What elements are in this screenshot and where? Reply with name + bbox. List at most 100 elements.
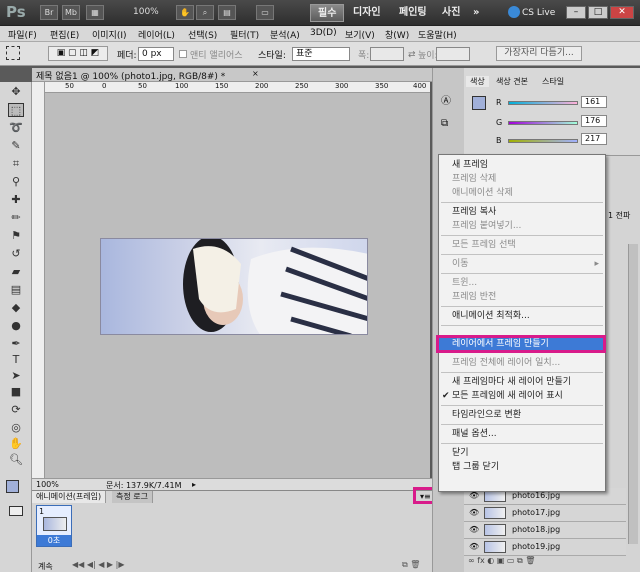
frame-tools-icons[interactable]: ⧉ 🗑︎ xyxy=(402,560,420,570)
pen-tool-icon[interactable]: ✒ xyxy=(8,337,24,351)
menu-item[interactable]: 레이어에서 프레임 만들기 xyxy=(439,337,605,351)
workspace-photography[interactable]: 사진 xyxy=(435,4,467,22)
actions-panel-icon[interactable]: ⧉ xyxy=(441,118,448,129)
menu-file[interactable]: 파일(F) xyxy=(8,28,37,41)
3d-rotate-tool-icon[interactable]: ⟳ xyxy=(8,403,24,417)
quick-mask-icon[interactable] xyxy=(9,506,23,516)
view-extras-icon[interactable]: ▦ xyxy=(86,5,104,20)
document-tab[interactable]: 제목 없음1 @ 100% (photo1.jpg, RGB/8#) * × xyxy=(32,68,432,82)
cs-live-icon[interactable] xyxy=(508,6,520,18)
menu-item[interactable]: 프레임 반전 xyxy=(439,290,605,304)
dodge-tool-icon[interactable]: ● xyxy=(8,319,24,333)
tab-styles[interactable]: 스타일 xyxy=(538,76,568,87)
layer-row[interactable]: 👁︎ photo19.jpg xyxy=(464,539,626,556)
shape-tool-icon[interactable]: ■ xyxy=(8,385,24,399)
menu-help[interactable]: 도움말(H) xyxy=(418,28,457,41)
visibility-eye-icon[interactable]: 👁︎ xyxy=(469,525,479,534)
antialias-checkbox[interactable] xyxy=(179,50,187,58)
menu-item[interactable]: 프레임 삭제 xyxy=(439,172,605,186)
style-dropdown[interactable]: 표준 xyxy=(292,47,350,61)
tab-color[interactable]: 색상 xyxy=(466,76,489,87)
screen-mode-icon[interactable]: ▭ xyxy=(256,5,274,20)
more-workspaces-button[interactable]: » xyxy=(466,4,486,22)
marquee-tool-icon[interactable]: ⬚ xyxy=(8,103,24,117)
layer-row[interactable]: 👁︎ photo18.jpg xyxy=(464,522,626,539)
gradient-tool-icon[interactable]: ▤ xyxy=(8,283,24,297)
document-image[interactable] xyxy=(100,238,368,335)
arrange-documents-icon[interactable]: ▤ xyxy=(218,5,236,20)
tab-swatches[interactable]: 색상 견본 xyxy=(492,76,532,87)
crop-tool-icon[interactable]: ⌗ xyxy=(8,157,24,171)
visibility-eye-icon[interactable]: 👁︎ xyxy=(469,491,479,500)
menu-item[interactable]: 탭 그룹 닫기 xyxy=(439,460,605,474)
lasso-tool-icon[interactable]: ➰ xyxy=(8,121,24,135)
menu-select[interactable]: 선택(S) xyxy=(188,28,217,41)
width-input[interactable] xyxy=(370,47,404,61)
mini-bridge-icon[interactable]: Mb xyxy=(62,5,80,20)
menu-item[interactable]: 이동 ▸ xyxy=(439,257,605,271)
workspace-painting[interactable]: 페인팅 xyxy=(392,4,434,22)
close-document-icon[interactable]: × xyxy=(252,69,259,78)
menu-edit[interactable]: 편집(E) xyxy=(50,28,79,41)
workspace-essentials[interactable]: 필수 xyxy=(310,4,345,22)
menu-item[interactable]: 새 프레임마다 새 레이어 만들기 xyxy=(439,375,605,389)
menu-item[interactable]: 프레임 전체에 레이어 일치... xyxy=(439,356,605,370)
cs-live-label[interactable]: CS Live xyxy=(522,8,555,18)
menu-item[interactable]: 새 프레임 xyxy=(439,158,605,172)
feather-input[interactable]: 0 px xyxy=(138,47,174,61)
swap-icon[interactable]: ⇄ xyxy=(408,50,416,60)
path-select-tool-icon[interactable]: ➤ xyxy=(8,369,24,383)
menu-3d[interactable]: 3D(D) xyxy=(310,28,337,38)
animation-frame[interactable]: 1 0초 xyxy=(36,505,72,547)
menu-window[interactable]: 창(W) xyxy=(385,28,409,41)
brush-tool-icon[interactable]: ✏ xyxy=(8,211,24,225)
move-tool-icon[interactable]: ✥ xyxy=(8,85,24,99)
selection-mode-icons[interactable]: ▣ ▢ ◫ ◩ xyxy=(48,46,108,61)
menu-view[interactable]: 보기(V) xyxy=(345,28,375,41)
blue-value-input[interactable]: 217 xyxy=(581,133,607,145)
zoom-level-dropdown[interactable]: 100% xyxy=(133,7,159,17)
eyedropper-tool-icon[interactable]: ⚲ xyxy=(8,175,24,189)
refine-edge-button[interactable]: 가장자리 다듬기... xyxy=(496,46,582,61)
menu-item[interactable]: 프레임 복사 xyxy=(439,205,605,219)
hand-tool-icon[interactable]: ✋ xyxy=(176,5,194,20)
tab-animation-frames[interactable]: 애니메이션(프레임) xyxy=(32,491,107,503)
color-foreground-swatch[interactable] xyxy=(472,96,486,110)
zoom-tool-icon[interactable]: 🔍︎ xyxy=(8,453,24,467)
zoom-tool-icon[interactable]: ⌕ xyxy=(196,5,214,20)
menu-item[interactable]: 모든 프레임 선택 xyxy=(439,238,605,252)
visibility-eye-icon[interactable]: 👁︎ xyxy=(469,508,479,517)
quick-select-tool-icon[interactable]: ✎ xyxy=(8,139,24,153)
loop-dropdown[interactable]: 계속 xyxy=(38,561,53,572)
frame-delay[interactable]: 0초 xyxy=(37,535,71,546)
marquee-preset-icon[interactable] xyxy=(6,46,20,60)
menu-analysis[interactable]: 분석(A) xyxy=(270,28,300,41)
green-value-input[interactable]: 176 xyxy=(581,115,607,127)
minimize-button[interactable]: – xyxy=(566,6,586,19)
maximize-button[interactable]: □ xyxy=(588,6,608,19)
zoom-readout[interactable]: 100% xyxy=(36,480,59,489)
menu-item[interactable]: 모든 프레임에 새 레이어 표시 ✔ xyxy=(439,389,605,403)
menu-item[interactable]: 패널 옵션... xyxy=(439,427,605,441)
history-panel-icon[interactable]: Ⓐ xyxy=(441,92,451,107)
blue-slider[interactable] xyxy=(508,139,578,143)
eraser-tool-icon[interactable]: ▰ xyxy=(8,265,24,279)
type-tool-icon[interactable]: T xyxy=(8,353,24,367)
status-menu-arrow-icon[interactable]: ▸ xyxy=(192,480,196,489)
workspace-design[interactable]: 디자인 xyxy=(346,4,388,22)
green-slider[interactable] xyxy=(508,121,578,125)
menu-item[interactable]: 타임라인으로 변환 xyxy=(439,408,605,422)
visibility-eye-icon[interactable]: 👁︎ xyxy=(469,542,479,551)
red-slider[interactable] xyxy=(508,101,578,105)
blur-tool-icon[interactable]: ◆ xyxy=(8,301,24,315)
menu-layer[interactable]: 레이어(L) xyxy=(138,28,175,41)
close-button[interactable]: ✕ xyxy=(610,6,634,19)
healing-brush-tool-icon[interactable]: ✚ xyxy=(8,193,24,207)
menu-image[interactable]: 이미지(I) xyxy=(92,28,127,41)
foreground-color-swatch[interactable] xyxy=(6,480,19,493)
menu-filter[interactable]: 필터(T) xyxy=(230,28,259,41)
history-brush-tool-icon[interactable]: ↺ xyxy=(8,247,24,261)
menu-item[interactable]: 닫기 xyxy=(439,446,605,460)
red-value-input[interactable]: 161 xyxy=(581,96,607,108)
layer-tools-icons[interactable]: ∞ fx ◐ ▣ ▭ ⧉ 🗑︎ xyxy=(468,556,535,566)
